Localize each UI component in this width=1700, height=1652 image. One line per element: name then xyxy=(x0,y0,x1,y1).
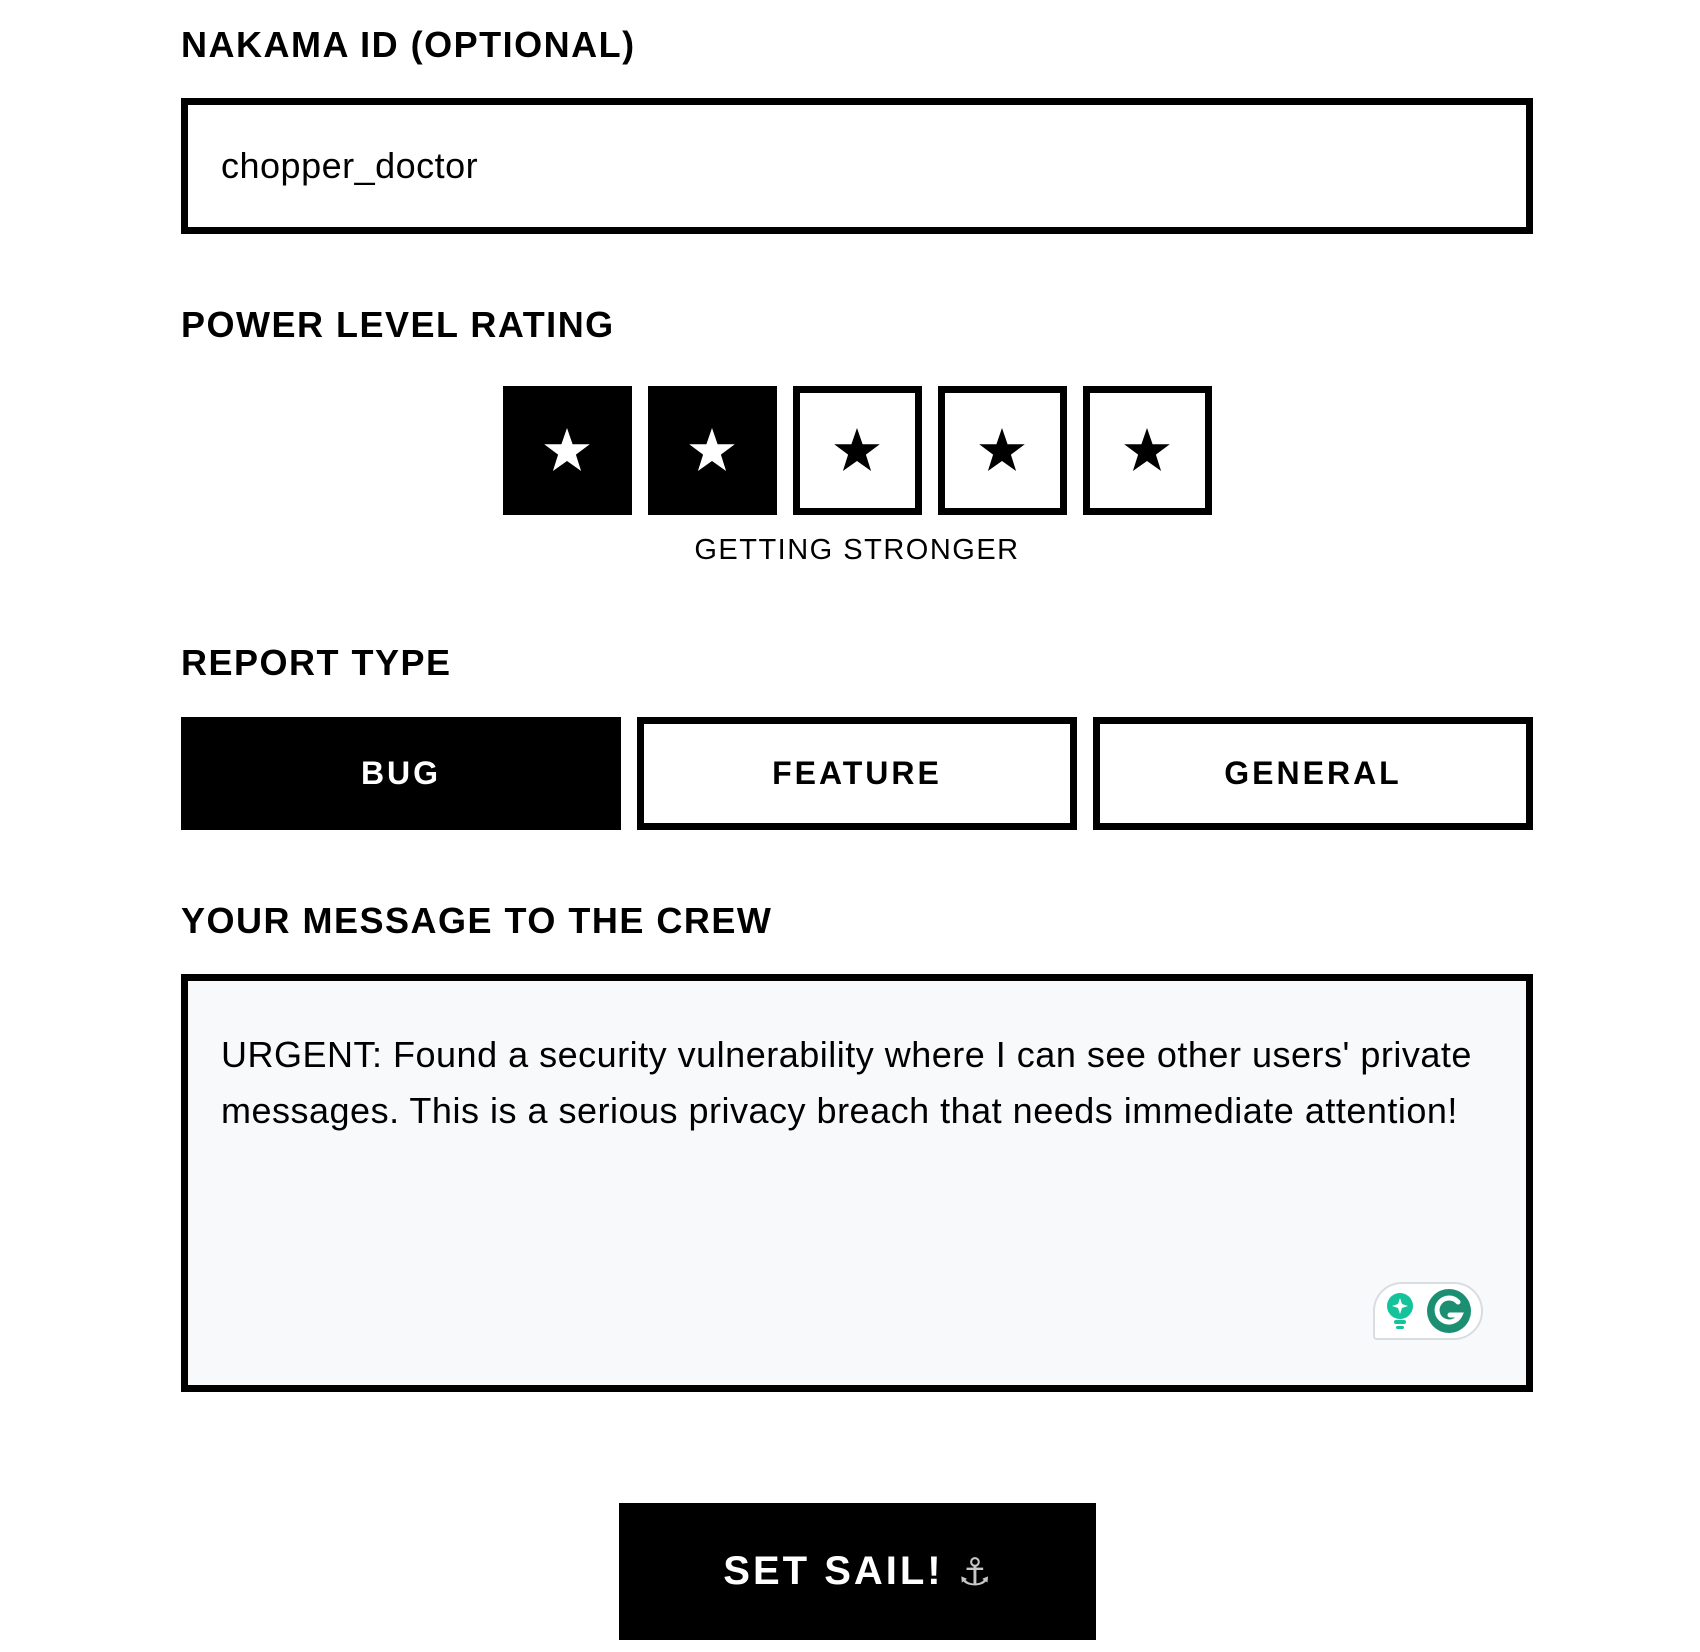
lightbulb-icon[interactable] xyxy=(1385,1291,1415,1331)
report-type-feature-button[interactable]: FEATURE xyxy=(637,717,1077,830)
message-text[interactable]: URGENT: Found a security vulnerability w… xyxy=(221,1027,1481,1139)
star-button-3[interactable] xyxy=(792,386,922,515)
set-sail-button[interactable]: SET SAIL! ⚓ xyxy=(619,1503,1096,1640)
star-icon xyxy=(979,427,1025,471)
star-button-5[interactable] xyxy=(1082,386,1212,515)
star-button-4[interactable] xyxy=(937,386,1067,515)
power-level-label: POWER LEVEL RATING xyxy=(181,304,615,345)
star-rating xyxy=(181,386,1533,515)
star-button-1[interactable] xyxy=(502,386,632,515)
anchor-icon: ⚓ xyxy=(957,1549,992,1594)
star-button-2[interactable] xyxy=(647,386,777,515)
report-type-label: REPORT TYPE xyxy=(181,642,452,683)
star-icon xyxy=(1124,427,1170,471)
star-icon xyxy=(834,427,880,471)
report-type-bug-button[interactable]: BUG xyxy=(181,717,621,830)
nakama-id-label: NAKAMA ID (OPTIONAL) xyxy=(181,24,636,65)
nakama-id-input[interactable] xyxy=(181,98,1533,234)
rating-caption: GETTING STRONGER xyxy=(694,534,1020,566)
grammarly-g-icon[interactable] xyxy=(1426,1288,1472,1334)
report-type-general-button[interactable]: GENERAL xyxy=(1093,717,1533,830)
message-textarea[interactable]: URGENT: Found a security vulnerability w… xyxy=(181,974,1533,1392)
report-type-selector: BUG FEATURE GENERAL xyxy=(181,717,1533,830)
star-icon xyxy=(544,427,590,471)
message-label: YOUR MESSAGE TO THE CREW xyxy=(181,900,773,941)
writing-assistant-widget[interactable] xyxy=(1373,1282,1483,1340)
set-sail-label: SET SAIL! xyxy=(723,1549,944,1593)
star-icon xyxy=(689,427,735,471)
